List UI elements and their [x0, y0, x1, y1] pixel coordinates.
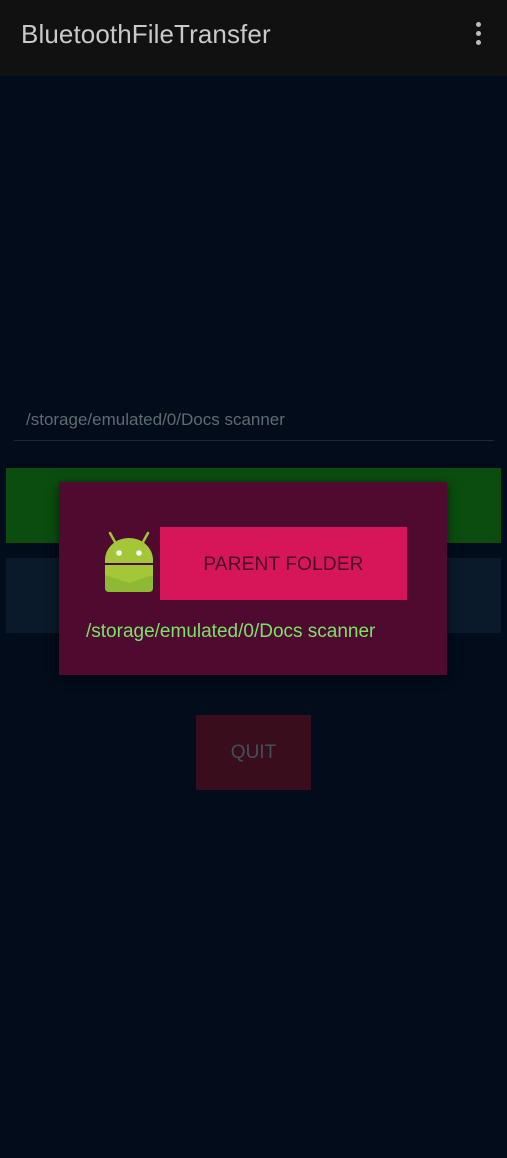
app-title: BluetoothFileTransfer — [21, 19, 271, 49]
quit-button-label: QUIT — [230, 742, 277, 763]
app-bar: BluetoothFileTransfer — [0, 0, 507, 76]
current-path-text: /storage/emulated/0/Docs scanner — [86, 621, 376, 642]
quit-button[interactable]: QUIT — [196, 715, 311, 790]
folder-dialog: PARENT FOLDER /storage/emulated/0/Docs s… — [59, 482, 447, 675]
screen: BluetoothFileTransfer /storage/emulated/… — [0, 0, 507, 1158]
parent-folder-label: PARENT FOLDER — [203, 554, 364, 575]
parent-folder-button[interactable]: PARENT FOLDER — [160, 527, 407, 600]
path-input[interactable]: /storage/emulated/0/Docs scanner — [14, 400, 494, 441]
more-vert-icon[interactable] — [466, 20, 490, 52]
path-input-value: /storage/emulated/0/Docs scanner — [26, 410, 285, 429]
android-icon — [101, 530, 157, 596]
